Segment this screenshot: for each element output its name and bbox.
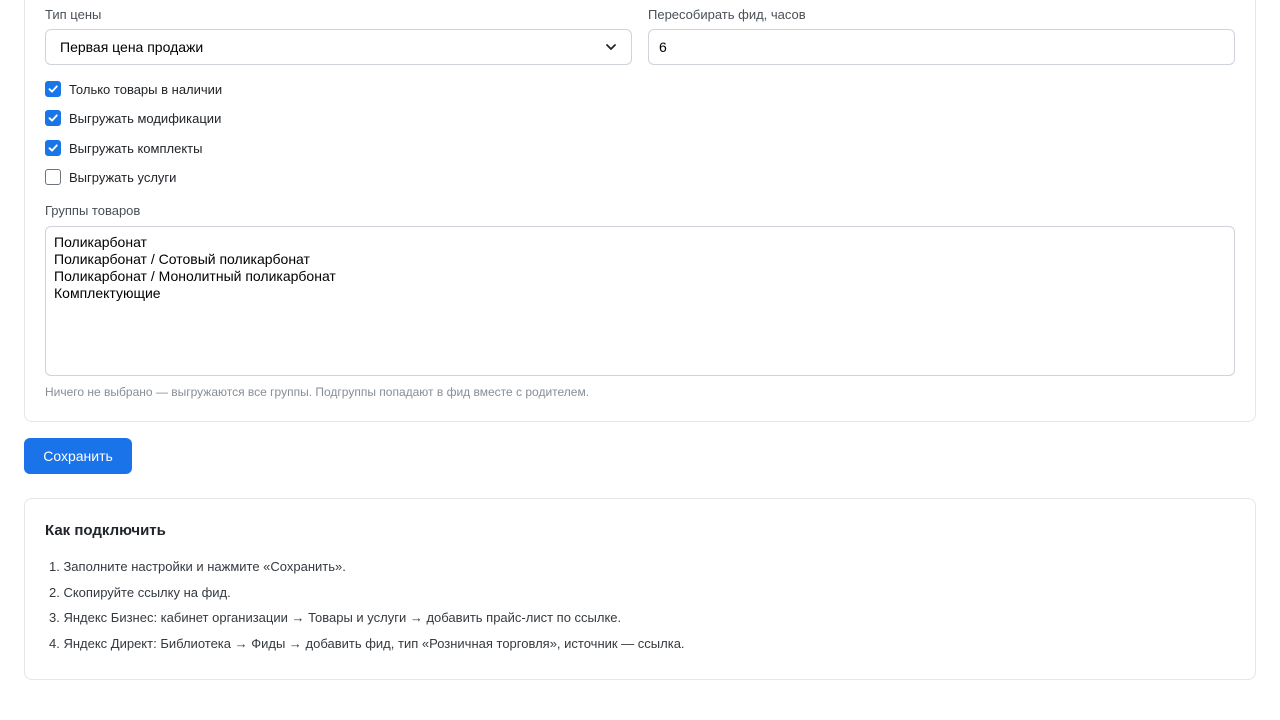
chevron-down-icon (606, 44, 616, 50)
checkmark-icon (48, 114, 58, 122)
export-bundles-option[interactable]: Выгружать комплекты (45, 139, 202, 157)
how-to-connect-title: Как подключить (45, 522, 166, 539)
product-groups-hint: Ничего не выбрано — выгружаются все груп… (45, 385, 590, 399)
checkmark-icon (48, 85, 58, 93)
step-item: 3. Яндекс Бизнес: кабинет организации → … (49, 610, 622, 626)
step-item: 1. Заполните настройки и нажмите «Сохран… (49, 559, 346, 574)
checkmark-icon (48, 144, 58, 152)
rebuild-hours-input[interactable]: 6 (648, 29, 1235, 65)
export-services-option[interactable]: Выгружать услуги (45, 168, 176, 186)
feed-settings-card: Тип цены Первая цена продажи Пересобират… (24, 0, 1256, 422)
export-bundles-label: Выгружать комплекты (69, 140, 203, 156)
product-groups-label: Группы товаров (45, 203, 141, 218)
rebuild-hours-label: Пересобирать фид, часов (648, 7, 806, 22)
export-services-label: Выгружать услуги (69, 169, 177, 185)
product-group-option[interactable]: Поликарбонат / Монолитный поликарбонат (54, 268, 1226, 285)
in-stock-only-checkbox[interactable] (45, 81, 61, 97)
price-type-selected-value: Первая цена продажи (60, 39, 204, 55)
price-type-label: Тип цены (45, 7, 102, 22)
export-modifications-label: Выгружать модификации (69, 110, 222, 126)
step-item: 2. Скопируйте ссылку на фид. (49, 584, 231, 600)
how-to-connect-card: Как подключить 1. Заполните настройки и … (24, 498, 1256, 680)
price-type-select[interactable]: Первая цена продажи (45, 29, 632, 65)
product-group-option[interactable]: Поликарбонат / Сотовый поликарбонат (54, 251, 1226, 268)
export-modifications-checkbox[interactable] (45, 110, 61, 126)
product-groups-listbox[interactable]: Поликарбонат Поликарбонат / Сотовый поли… (45, 226, 1235, 376)
in-stock-only-label: Только товары в наличии (69, 81, 223, 97)
export-modifications-option[interactable]: Выгружать модификации (45, 109, 221, 127)
export-services-checkbox[interactable] (45, 169, 61, 185)
rebuild-hours-value: 6 (659, 39, 667, 55)
product-group-option[interactable]: Поликарбонат (54, 234, 1226, 251)
how-to-connect-steps: 1. Заполните настройки и нажмите «Сохран… (45, 557, 1235, 660)
export-bundles-checkbox[interactable] (45, 140, 61, 156)
product-group-option[interactable]: Комплектующие (54, 285, 1226, 302)
save-button[interactable]: Сохранить (24, 438, 132, 474)
in-stock-only-option[interactable]: Только товары в наличии (45, 80, 222, 98)
step-item: 4. Яндекс Директ: Библиотека → Фиды → до… (49, 636, 685, 652)
